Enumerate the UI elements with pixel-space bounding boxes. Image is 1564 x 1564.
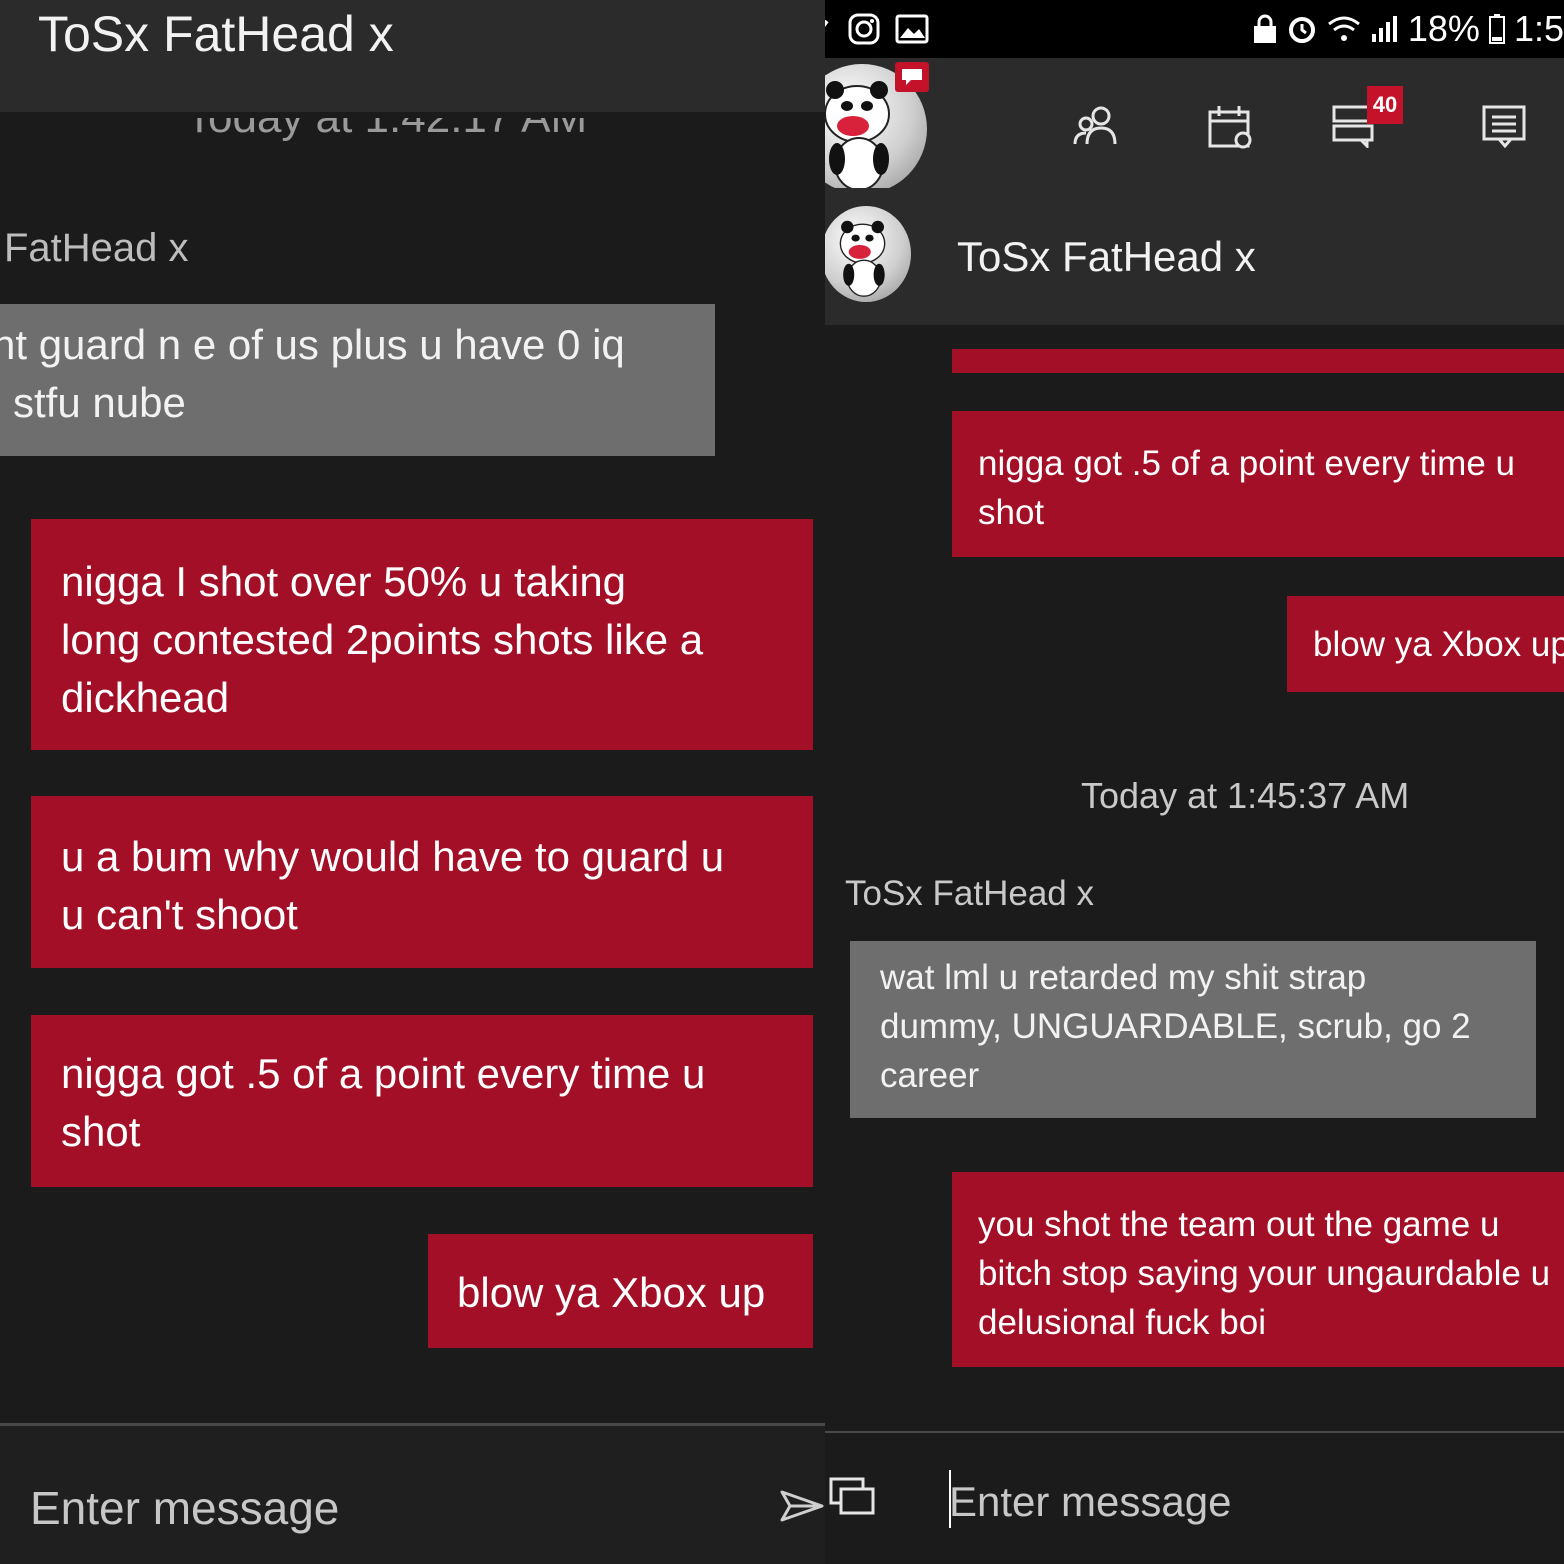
sent-message-bubble[interactable]: nigga got .5 of a point every time u sho… bbox=[952, 411, 1564, 557]
sent-message-bubble[interactable]: nigga I shot over 50% u taking long cont… bbox=[31, 519, 813, 750]
activity-feed-icon[interactable] bbox=[1481, 104, 1529, 150]
message-timestamp: Today at 1:42:17 AM bbox=[186, 118, 587, 150]
left-conversation-pane: ToSx FatHead x Today at 1:42:17 AM FatHe… bbox=[0, 0, 825, 1564]
sent-message-bubble[interactable]: blow ya Xbox up bbox=[428, 1234, 813, 1348]
sender-name: ToSx FatHead x bbox=[845, 874, 1094, 913]
message-text: blow ya Xbox up bbox=[457, 1269, 766, 1316]
message-text: nigga got .5 of a point every time u sho… bbox=[61, 1050, 706, 1155]
battery-icon bbox=[1488, 14, 1505, 44]
panda-avatar-icon bbox=[839, 220, 886, 297]
instagram-icon bbox=[848, 13, 880, 45]
right-conversation-pane: 18% 1:5 40 ToSx FatHead x nigga got .5 o… bbox=[825, 0, 1564, 1564]
received-message-bubble[interactable]: nt guard n e of us plus u have 0 iq l st… bbox=[0, 304, 715, 456]
friends-icon[interactable] bbox=[1073, 104, 1117, 148]
battery-percent: 18% bbox=[1407, 8, 1480, 49]
calendar-icon[interactable] bbox=[1207, 104, 1255, 150]
sent-message-bubble-partial[interactable] bbox=[952, 349, 1564, 373]
wifi-icon bbox=[1327, 16, 1360, 41]
message-input[interactable]: Enter message bbox=[949, 1474, 1231, 1530]
sent-message-bubble[interactable]: you shot the team out the game u bitch s… bbox=[952, 1172, 1564, 1367]
message-text: wat lml u retarded my shit strap dummy, … bbox=[880, 958, 1471, 1095]
chat-notification-icon bbox=[895, 62, 929, 92]
message-text: you shot the team out the game u bitch s… bbox=[978, 1205, 1551, 1342]
message-text: u a bum why would have to guard u u can'… bbox=[61, 833, 725, 938]
received-message-bubble[interactable]: wat lml u retarded my shit strap dummy, … bbox=[850, 941, 1536, 1118]
composer-divider bbox=[825, 1431, 1564, 1433]
send-icon[interactable] bbox=[780, 1486, 824, 1526]
message-count-badge: 40 bbox=[1367, 86, 1403, 124]
attach-icon[interactable] bbox=[827, 1475, 881, 1519]
message-text: nt guard n e of us plus u have 0 iq l st… bbox=[0, 321, 625, 426]
message-text: blow ya Xbox up bbox=[1313, 625, 1564, 664]
contact-avatar[interactable] bbox=[825, 206, 911, 302]
system-status: 18% 1:5 bbox=[1252, 6, 1564, 52]
message-input[interactable]: Enter message bbox=[30, 1478, 339, 1538]
alarm-icon bbox=[1288, 17, 1315, 43]
sent-message-bubble[interactable]: blow ya Xbox up bbox=[1287, 596, 1564, 692]
app-toolbar bbox=[825, 58, 1564, 188]
chevron-down-icon bbox=[825, 19, 829, 27]
message-timestamp: Today at 1:45:37 AM bbox=[1081, 775, 1410, 816]
sender-name: FatHead x bbox=[4, 226, 189, 270]
gallery-icon bbox=[895, 14, 929, 44]
message-text: nigga got .5 of a point every time u sho… bbox=[978, 444, 1515, 532]
conversation-title: ToSx FatHead x bbox=[957, 233, 1256, 280]
lock-icon bbox=[1253, 14, 1276, 43]
sent-message-bubble[interactable]: u a bum why would have to guard u u can'… bbox=[31, 796, 813, 968]
status-notifications bbox=[825, 8, 929, 50]
message-text: nigga I shot over 50% u taking long cont… bbox=[61, 558, 704, 721]
signal-icon bbox=[1371, 16, 1397, 42]
sent-message-bubble[interactable]: nigga got .5 of a point every time u sho… bbox=[31, 1015, 813, 1187]
clock-time: 1:5 bbox=[1513, 8, 1564, 49]
conversation-title: ToSx FatHead x bbox=[38, 6, 394, 62]
